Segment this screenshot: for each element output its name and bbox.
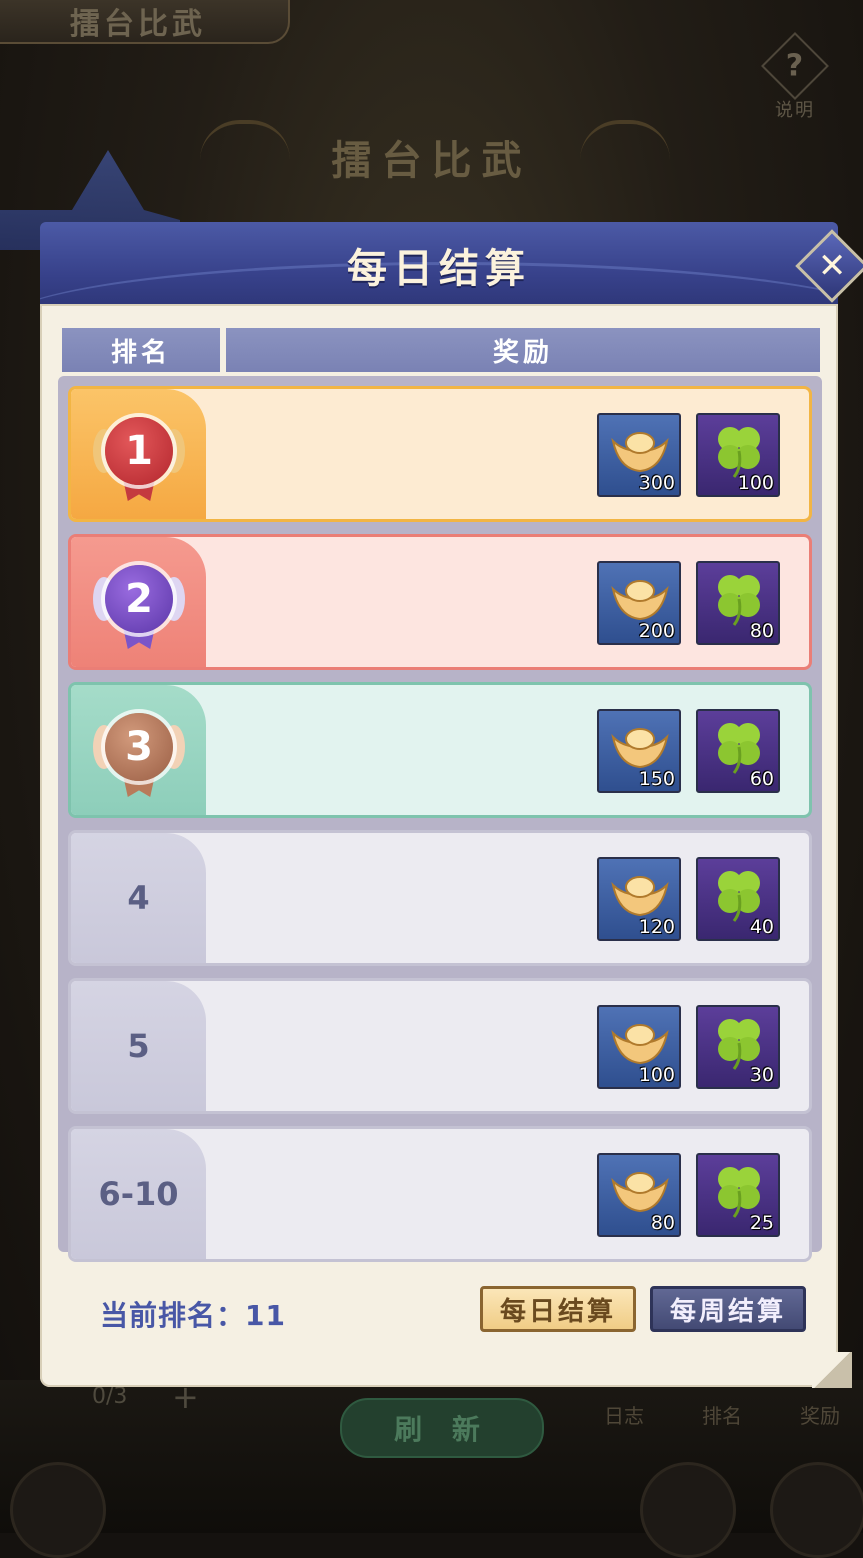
clover-icon[interactable]: 100 (696, 413, 780, 497)
tab-daily-settlement[interactable]: 每日结算 (480, 1286, 636, 1332)
reward-row-4: 4 120 40 (68, 830, 812, 966)
gold-ingot-icon[interactable]: 80 (597, 1153, 681, 1237)
gold-ingot-icon[interactable]: 300 (597, 413, 681, 497)
help-icon: ? (761, 32, 829, 100)
reward-quantity: 40 (749, 916, 774, 938)
nav-rewards[interactable]: 奖励 (800, 1400, 840, 1429)
column-header-rank: 排名 (62, 328, 220, 372)
gold-ingot-icon[interactable]: 150 (597, 709, 681, 793)
nav-ranking[interactable]: 排名 (702, 1400, 742, 1429)
reward-quantity: 150 (638, 768, 675, 790)
rank-label: 6-10 (98, 1175, 179, 1213)
reward-quantity: 30 (749, 1064, 774, 1086)
tab-weekly-settlement[interactable]: 每周结算 (650, 1286, 806, 1332)
rank-3-medal-icon: 3 (93, 703, 185, 799)
reward-quantity: 100 (737, 472, 774, 494)
clover-icon[interactable]: 30 (696, 1005, 780, 1089)
arena-title: 擂台比武 (331, 138, 532, 184)
attempts-count: 0/3 (92, 1384, 128, 1409)
column-header-reward: 奖励 (226, 328, 820, 372)
reward-row-2: 2 200 80 (68, 534, 812, 670)
modal-header: 每日结算 (40, 222, 838, 312)
menu-button-b[interactable] (770, 1462, 863, 1558)
page-curl-decoration (812, 1352, 852, 1388)
nav-log[interactable]: 日志 (604, 1400, 644, 1429)
rank-label: 2 (105, 565, 173, 633)
reward-quantity: 60 (749, 768, 774, 790)
rank-label: 5 (127, 1027, 150, 1065)
reward-quantity: 80 (749, 620, 774, 642)
reward-quantity: 200 (638, 620, 675, 642)
daily-settlement-modal: 每日结算 ✕ 排名 奖励 1 300 100 2 200 80 3 150 60… (40, 222, 863, 1387)
help-button[interactable]: ? 说明 (760, 32, 830, 122)
reward-quantity: 100 (638, 1064, 675, 1086)
current-rank: 当前排名：11 (100, 1299, 286, 1332)
reward-row-5: 5 100 30 (68, 978, 812, 1114)
back-button[interactable] (10, 1462, 106, 1558)
rank-2-medal-icon: 2 (93, 555, 185, 651)
reward-quantity: 120 (638, 916, 675, 938)
reward-row-3: 3 150 60 (68, 682, 812, 818)
reward-row-1: 1 300 100 (68, 386, 812, 522)
refresh-button[interactable]: 刷 新 (340, 1398, 544, 1458)
menu-button-a[interactable] (640, 1462, 736, 1558)
reward-quantity: 25 (749, 1212, 774, 1234)
gold-ingot-icon[interactable]: 100 (597, 1005, 681, 1089)
reward-quantity: 80 (650, 1212, 675, 1234)
reward-row-6-10: 6-10 80 25 (68, 1126, 812, 1262)
gold-ingot-icon[interactable]: 120 (597, 857, 681, 941)
clover-icon[interactable]: 60 (696, 709, 780, 793)
gold-ingot-icon[interactable]: 200 (597, 561, 681, 645)
clover-icon[interactable]: 80 (696, 561, 780, 645)
rank-1-medal-icon: 1 (93, 407, 185, 503)
modal-title: 每日结算 (347, 246, 531, 292)
rank-label: 3 (105, 713, 173, 781)
close-icon: ✕ (817, 246, 847, 286)
clover-icon[interactable]: 25 (696, 1153, 780, 1237)
rank-label: 4 (127, 879, 150, 917)
rank-label: 1 (105, 417, 173, 485)
top-tab[interactable]: 擂台比武 (0, 0, 290, 44)
clover-icon[interactable]: 40 (696, 857, 780, 941)
reward-quantity: 300 (638, 472, 675, 494)
